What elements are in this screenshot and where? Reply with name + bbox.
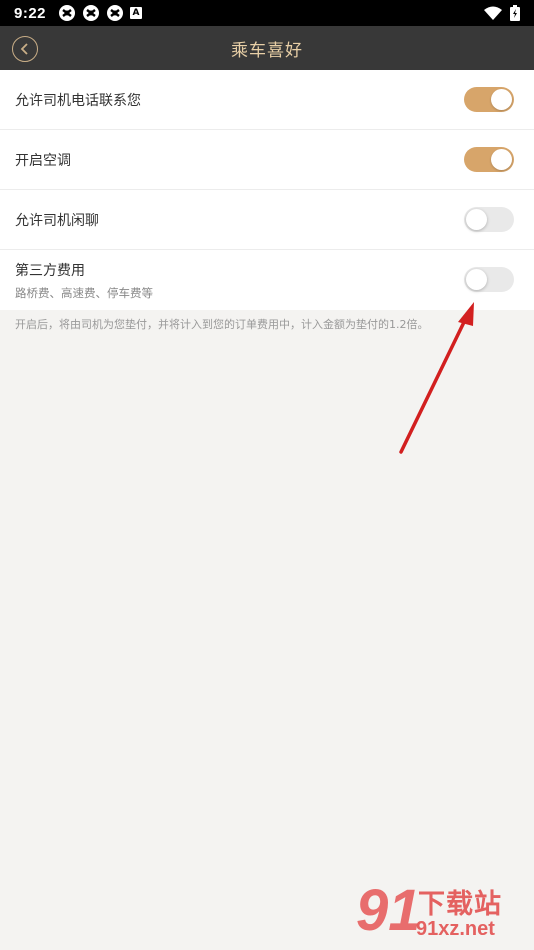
back-button[interactable] <box>12 36 38 62</box>
wifi-icon <box>484 6 502 20</box>
notification-icon <box>107 5 124 21</box>
setting-label: 开启空调 <box>15 152 71 169</box>
air-conditioning-toggle[interactable] <box>464 147 514 172</box>
toggle-knob <box>491 149 512 170</box>
setting-row-driver-chat[interactable]: 允许司机闲聊 <box>0 190 534 250</box>
driver-call-toggle[interactable] <box>464 87 514 112</box>
driver-chat-toggle[interactable] <box>464 207 514 232</box>
settings-list: 允许司机电话联系您 开启空调 允许司机闲聊 第三方费用 路桥费、高速费、停车费等 <box>0 70 534 310</box>
setting-row-air-conditioning[interactable]: 开启空调 <box>0 130 534 190</box>
a-badge-icon: A <box>130 7 143 19</box>
setting-label: 允许司机闲聊 <box>15 212 99 229</box>
toggle-knob <box>466 209 487 230</box>
setting-row-third-party-fees[interactable]: 第三方费用 路桥费、高速费、停车费等 <box>0 250 534 310</box>
site-watermark: 91 下载站 91xz.net <box>356 878 528 948</box>
nav-bar: 乘车喜好 <box>0 26 534 70</box>
toggle-knob <box>491 89 512 110</box>
setting-sublabel: 路桥费、高速费、停车费等 <box>15 285 153 300</box>
toggle-knob <box>466 269 487 290</box>
setting-label: 第三方费用 <box>15 262 85 279</box>
system-icons <box>484 5 520 21</box>
battery-icon <box>510 5 520 21</box>
notification-icon <box>83 5 100 21</box>
status-time: 9:22 <box>14 4 47 22</box>
fee-note: 开启后，将由司机为您垫付，并将计入到您的订单费用中，计入金额为垫付的1.2倍。 <box>15 318 429 331</box>
notification-icons: A <box>58 4 143 22</box>
third-party-fees-toggle[interactable] <box>464 267 514 292</box>
page-title: 乘车喜好 <box>231 40 303 61</box>
watermark-title: 下载站 <box>418 889 502 920</box>
watermark-site: 91xz.net <box>416 918 495 940</box>
setting-row-driver-call[interactable]: 允许司机电话联系您 <box>0 70 534 130</box>
status-bar: 9:22 A <box>0 0 534 26</box>
setting-label: 允许司机电话联系您 <box>15 92 141 109</box>
notification-icon <box>59 5 76 21</box>
chevron-left-icon <box>20 43 28 55</box>
watermark-logo: 91 <box>356 878 421 943</box>
